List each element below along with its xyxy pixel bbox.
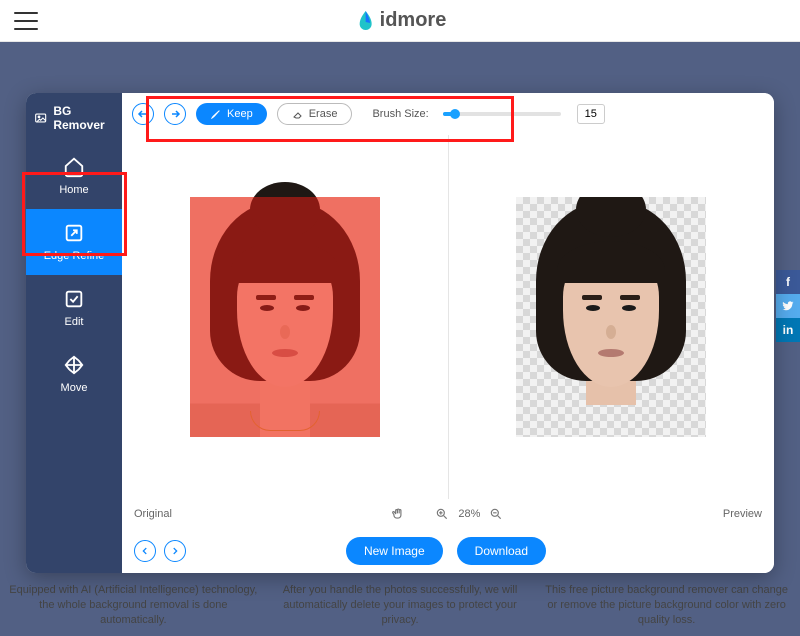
zoom-out-icon[interactable] [486, 504, 506, 524]
preview-label: Preview [723, 508, 762, 520]
sidebar-item-label: Edit [65, 316, 84, 328]
eraser-icon [292, 108, 304, 120]
brush-icon [210, 108, 222, 120]
brand-logo[interactable]: idmore [354, 9, 447, 33]
new-image-button[interactable]: New Image [346, 537, 443, 565]
prev-button[interactable] [134, 540, 156, 562]
sidebar-item-label: Home [59, 184, 88, 196]
editor-toolbar: Keep Erase Brush Size: 15 [122, 93, 774, 135]
editor-main: Keep Erase Brush Size: 15 [122, 93, 774, 573]
brand-name: idmore [380, 9, 447, 32]
zoom-in-icon[interactable] [432, 504, 452, 524]
background-captions: Equipped with AI (Artificial Intelligenc… [0, 583, 800, 628]
brush-size-label: Brush Size: [372, 108, 428, 120]
app-topbar: idmore [0, 0, 800, 42]
sidebar-item-edge-refine[interactable]: Edge Refine [26, 209, 122, 275]
sidebar-item-label: Edge Refine [44, 250, 105, 262]
preview-panels [122, 135, 774, 499]
original-panel[interactable] [122, 135, 448, 499]
edit-icon [63, 288, 85, 310]
caption-quality: This free picture background remover can… [542, 583, 792, 628]
download-button[interactable]: Download [457, 537, 546, 565]
move-icon [63, 354, 85, 376]
caption-privacy: After you handle the photos successfully… [275, 583, 525, 628]
menu-icon[interactable] [14, 12, 38, 30]
share-column: f in [776, 270, 800, 342]
undo-button[interactable] [132, 103, 154, 125]
sidebar-title: BG Remover [26, 93, 122, 143]
original-label: Original [134, 508, 172, 520]
editor-sidebar: BG Remover Home Edge Refine Edit Move [26, 93, 122, 573]
home-icon [63, 156, 85, 178]
keep-button[interactable]: Keep [196, 103, 267, 125]
brand-mark-icon [354, 9, 378, 33]
erase-button[interactable]: Erase [277, 103, 353, 125]
image-icon [34, 110, 47, 126]
preview-panel[interactable] [449, 135, 775, 499]
sidebar-item-move[interactable]: Move [26, 341, 122, 407]
twitter-share-icon[interactable] [776, 294, 800, 318]
editor-panel: BG Remover Home Edge Refine Edit Move Ke… [26, 93, 774, 573]
caption-ai: Equipped with AI (Artificial Intelligenc… [8, 583, 258, 628]
facebook-share-icon[interactable]: f [776, 270, 800, 294]
redo-button[interactable] [164, 103, 186, 125]
sidebar-item-edit[interactable]: Edit [26, 275, 122, 341]
brush-size-value[interactable]: 15 [577, 104, 605, 124]
brush-size-slider[interactable] [443, 112, 561, 116]
sidebar-item-label: Move [61, 382, 88, 394]
hand-tool-icon[interactable] [388, 504, 408, 524]
action-bar: New Image Download [122, 529, 774, 573]
next-button[interactable] [164, 540, 186, 562]
original-image [190, 197, 380, 437]
linkedin-share-icon[interactable]: in [776, 318, 800, 342]
sidebar-item-home[interactable]: Home [26, 143, 122, 209]
zoom-level: 28% [458, 508, 480, 520]
result-image [516, 197, 706, 437]
status-bar: Original 28% Preview [122, 499, 774, 529]
edge-refine-icon [63, 222, 85, 244]
